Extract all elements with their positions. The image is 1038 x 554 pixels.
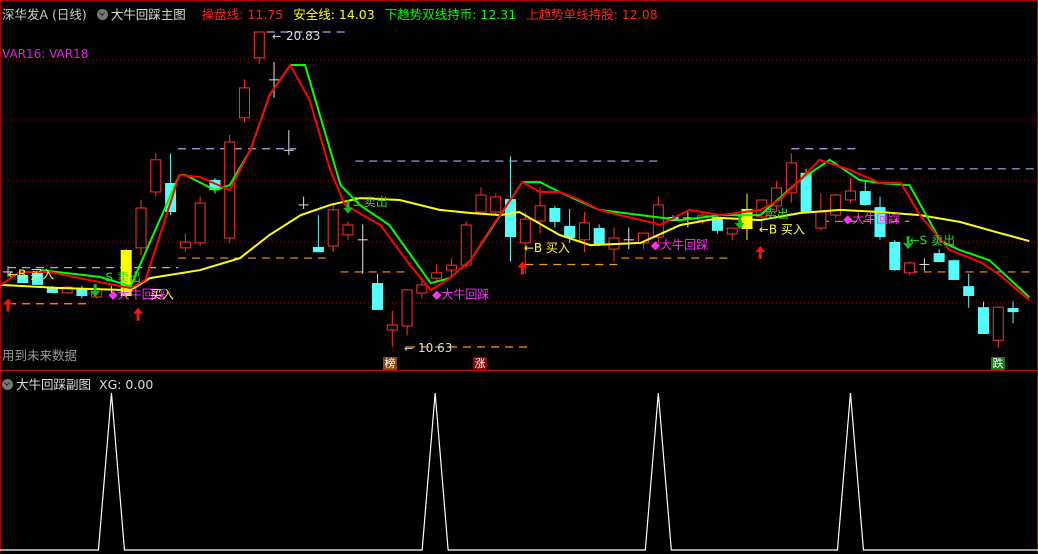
candle [933, 249, 945, 263]
candle [312, 215, 324, 253]
candle-body [460, 224, 472, 266]
candle-body [386, 324, 398, 331]
candle [253, 31, 265, 64]
candle [135, 199, 147, 256]
candle-body [534, 205, 546, 222]
candle-body [372, 283, 383, 310]
candle-body [933, 253, 945, 263]
signal-label-pullback: ◆大牛回踩 [651, 237, 708, 252]
candle [785, 153, 797, 203]
candle [578, 212, 590, 253]
signal-label-buy: ←B 买入 [759, 223, 805, 237]
candle [194, 196, 206, 246]
candle [327, 202, 339, 253]
candle-body [992, 306, 1004, 341]
arrow-up-icon [517, 261, 528, 275]
candle [741, 193, 753, 240]
candle-body [238, 87, 250, 119]
candle-body [445, 264, 457, 271]
signal-label-sell: 卖出 [765, 207, 789, 221]
signal-label-pullback: ◆大牛回踩 [432, 286, 489, 301]
candle [977, 301, 989, 335]
candle [726, 227, 738, 240]
candle-body [475, 194, 487, 213]
candle-body [844, 190, 856, 201]
candle [372, 273, 383, 310]
candle-body [179, 241, 191, 249]
candle [357, 224, 368, 274]
candle [490, 193, 502, 216]
candle [505, 156, 517, 262]
candle-body [963, 286, 975, 297]
low-price-label: 10.63 [418, 341, 452, 355]
candle-body [194, 202, 206, 244]
candle-body [726, 227, 738, 235]
candle-body [312, 246, 324, 253]
candle-body [593, 228, 605, 246]
candle-body [490, 196, 502, 213]
candle-body [327, 209, 339, 247]
candle-body [549, 208, 561, 222]
candle [919, 258, 930, 271]
candle [238, 79, 250, 123]
candle [386, 310, 398, 347]
candle-body [652, 204, 664, 238]
candle-body [519, 218, 531, 244]
candle-body [150, 159, 162, 193]
signal-label-pullback: ◆大牛回踩 [843, 211, 900, 226]
candle [593, 224, 605, 246]
xg-signal-line [0, 392, 1038, 551]
arrow-up-icon [133, 307, 144, 321]
arrow-up-icon [3, 298, 13, 312]
candle [889, 239, 901, 271]
candle [844, 178, 856, 203]
candle [904, 261, 916, 276]
candle [150, 153, 162, 197]
candle-body [889, 241, 901, 271]
arrow-left-icon: ← [272, 30, 281, 43]
signal-label-sell: S 卖出 [106, 271, 141, 285]
signal-label-buy: ←B 买入 [8, 267, 54, 281]
candle-body [416, 284, 428, 294]
price-chart[interactable]: ←B 买入 S 卖出◆大牛回踩买入S 卖出◆大牛回踩←B 买入 ◆大牛回踩卖出←B … [0, 0, 1038, 554]
candle-body [830, 194, 842, 216]
candle [697, 213, 709, 225]
candle-body [342, 224, 354, 236]
candle-body [578, 222, 590, 241]
candle [623, 227, 634, 250]
candle-body [431, 272, 443, 279]
signal-label-sell: S 卖出 [352, 195, 387, 209]
arrow-left-icon: ← [404, 342, 413, 355]
candle-body [948, 260, 960, 280]
candle [342, 221, 354, 240]
candle [475, 187, 487, 216]
signal-label-sell: ←S 卖出 [910, 233, 956, 247]
candle-body [401, 289, 413, 327]
candle [179, 233, 191, 253]
candle-body [904, 262, 916, 274]
candle-body [977, 307, 989, 335]
candle [401, 289, 413, 336]
arrow-up-icon [755, 245, 766, 259]
candle [549, 205, 561, 228]
candle [859, 181, 871, 206]
candle-body [1007, 308, 1019, 313]
candle [283, 130, 294, 155]
candle-body [859, 191, 871, 205]
candle [1007, 301, 1019, 324]
candle [830, 193, 842, 219]
candle-body [253, 31, 265, 59]
candle [992, 306, 1004, 348]
candle [948, 259, 960, 280]
candle [298, 196, 309, 209]
candle-body [815, 211, 827, 229]
signal-label-buy: 买入 [150, 287, 174, 301]
signal-label-buy: ←B 买入 [524, 241, 570, 255]
high-price-label: 20.83 [286, 29, 320, 43]
candle-body [135, 207, 147, 249]
